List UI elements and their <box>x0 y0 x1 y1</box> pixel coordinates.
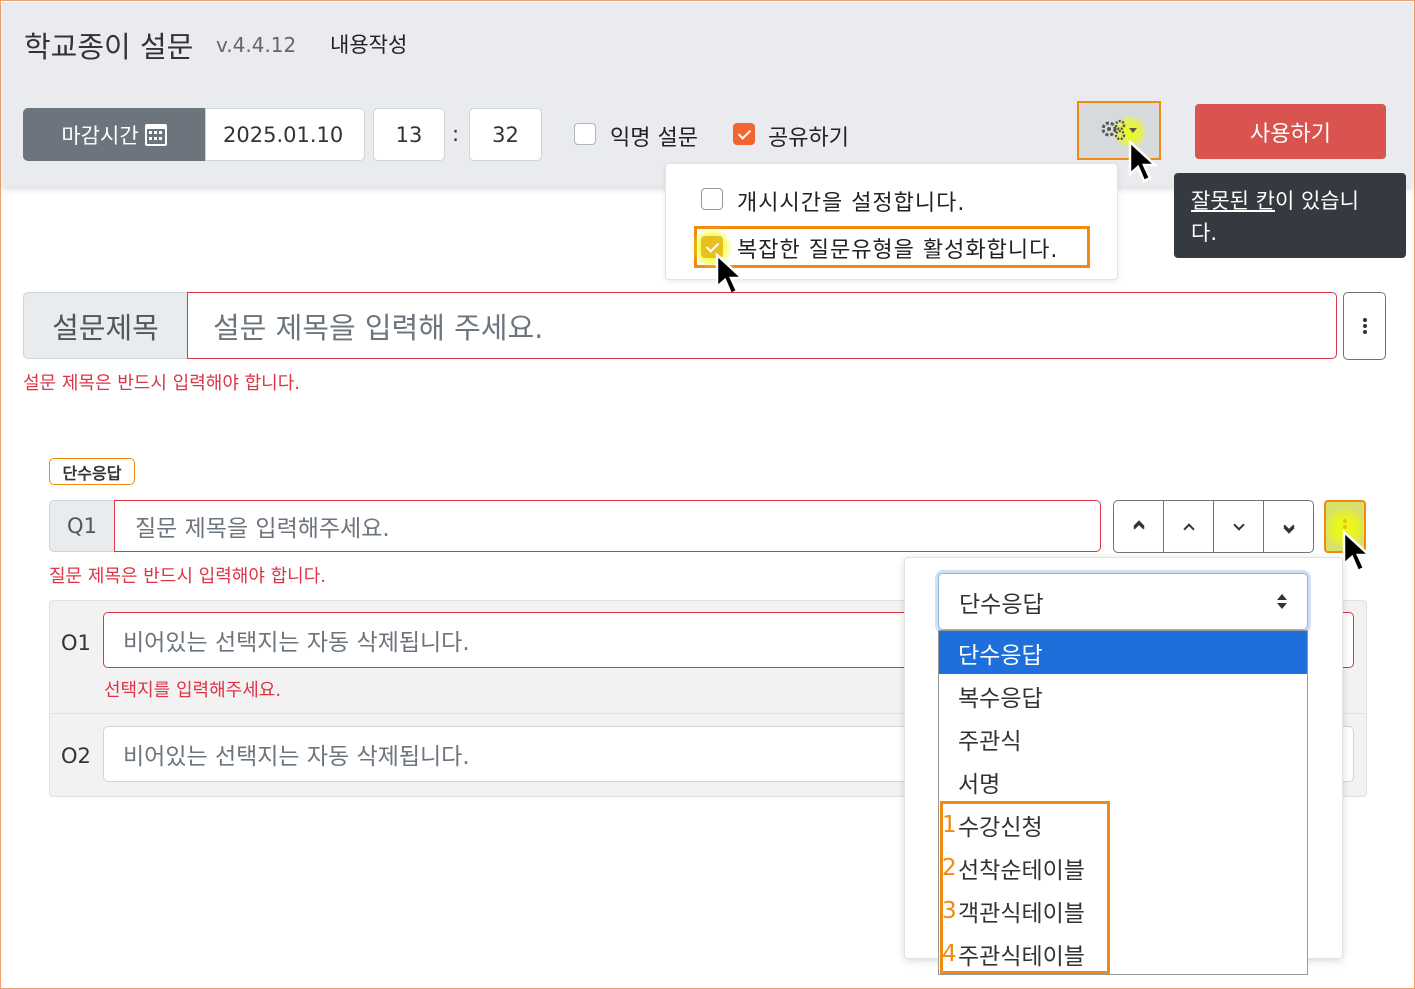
kebab-icon <box>1362 324 1367 328</box>
tooltip-text-line2: 다. <box>1191 221 1217 245</box>
deadline-button[interactable]: 마감시간 <box>23 108 205 161</box>
tooltip-underlined: 잘못된 칸 <box>1191 189 1275 213</box>
question-type-badge: 단수응답 <box>49 458 135 485</box>
anonymous-checkbox[interactable] <box>574 123 596 145</box>
chevron-down-icon <box>1232 518 1245 531</box>
survey-title-error: 설문 제목은 반드시 입력해야 합니다. <box>23 373 301 394</box>
survey-more-button[interactable] <box>1343 292 1386 360</box>
move-bottom-button[interactable] <box>1263 500 1314 553</box>
type-option-single[interactable]: 단수응답 <box>939 631 1307 674</box>
question-title-error: 질문 제목은 반드시 입력해야 합니다. <box>49 566 327 587</box>
question-type-select[interactable]: 단수응답 <box>938 573 1308 630</box>
question-move-group <box>1113 500 1314 553</box>
start-time-label[interactable]: 개시시간을 설정합니다. <box>737 185 965 217</box>
question-type-value: 단수응답 <box>959 591 1044 618</box>
annotation-highlight <box>940 801 1110 974</box>
option-label: O1 <box>61 631 91 655</box>
type-option-label: 단수응답 <box>958 642 1043 669</box>
type-option-label: 서명 <box>958 771 1001 798</box>
double-chevron-up-icon <box>1132 519 1145 534</box>
type-option-short-answer[interactable]: 주관식 <box>939 717 1307 760</box>
page-label: 내용작성 <box>330 33 408 57</box>
question-number: Q1 <box>49 500 115 552</box>
validation-tooltip: 잘못된 칸이 있습니 다. <box>1174 173 1406 258</box>
option-label: O2 <box>61 744 91 768</box>
complex-types-label[interactable]: 복잡한 질문유형을 활성화합니다. <box>737 232 1058 264</box>
share-checkbox[interactable] <box>733 123 755 145</box>
double-chevron-down-icon <box>1282 519 1295 534</box>
caret-down-icon <box>1129 127 1137 133</box>
move-down-button[interactable] <box>1213 500 1264 553</box>
calendar-icon <box>144 123 167 146</box>
tooltip-text: 이 있습니 <box>1274 189 1359 213</box>
type-option-label: 복수응답 <box>958 685 1043 712</box>
select-arrows-icon <box>1277 594 1287 610</box>
anonymous-label: 익명 설문 <box>610 126 698 151</box>
deadline-date-input[interactable]: 2025.01.10 <box>205 108 365 161</box>
mouse-cursor-icon <box>1342 530 1372 573</box>
option-error: 선택지를 입력해주세요. <box>104 680 282 701</box>
deadline-minute-input[interactable]: 32 <box>469 108 542 161</box>
deadline-label: 마감시간 <box>61 123 139 148</box>
move-up-button[interactable] <box>1163 500 1214 553</box>
start-time-checkbox[interactable] <box>701 188 723 210</box>
deadline-hour-input[interactable]: 13 <box>373 108 445 161</box>
app-title: 학교종이 설문 <box>24 30 194 64</box>
chevron-up-icon <box>1182 522 1195 535</box>
type-option-label: 주관식 <box>958 728 1022 755</box>
kebab-icon <box>1343 524 1347 529</box>
mouse-cursor-icon <box>1128 140 1158 183</box>
use-button[interactable]: 사용하기 <box>1195 104 1386 159</box>
move-top-button[interactable] <box>1113 500 1164 553</box>
type-option-multiple[interactable]: 복수응답 <box>939 674 1307 717</box>
time-separator: : <box>452 122 460 146</box>
survey-title-input[interactable]: 설문 제목을 입력해 주세요. <box>187 292 1337 359</box>
type-option-signature[interactable]: 서명 <box>939 760 1307 803</box>
question-title-input[interactable]: 질문 제목을 입력해주세요. <box>114 500 1101 552</box>
survey-title-label: 설문제목 <box>23 292 188 359</box>
mouse-cursor-icon <box>715 253 745 296</box>
app-version: v.4.4.12 <box>216 33 297 57</box>
share-label: 공유하기 <box>768 126 849 151</box>
